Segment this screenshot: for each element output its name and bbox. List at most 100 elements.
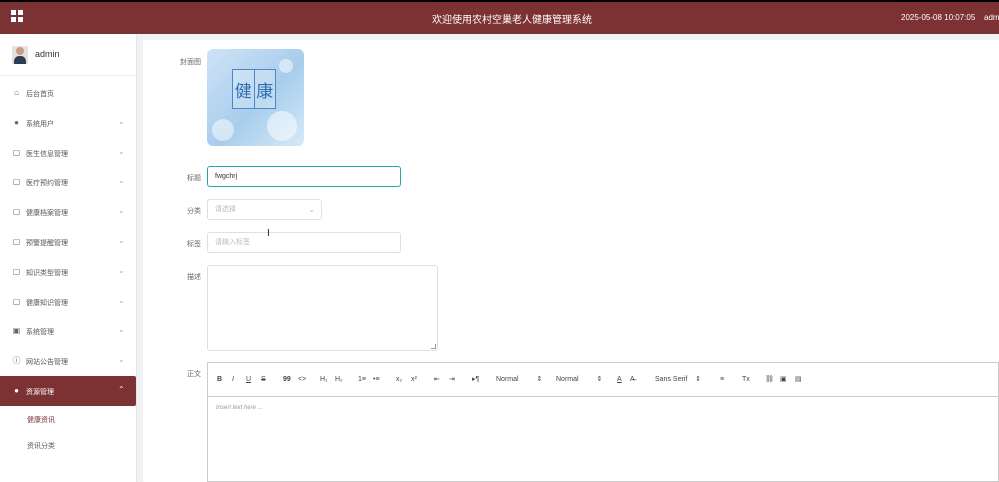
doc-icon: ▢ (12, 147, 21, 157)
h1-button[interactable]: H₁ (320, 375, 327, 384)
font-picker[interactable]: Sans Serif ⇕ (655, 375, 701, 384)
user-name: admin (35, 49, 60, 59)
chevron-down-icon: ⌄ (118, 325, 125, 335)
avatar (12, 46, 28, 64)
chevron-down-icon: ⌄ (118, 206, 125, 216)
sidebar-subitem-label: 健康资讯 (27, 416, 55, 424)
chevron-up-icon: ⌃ (118, 384, 125, 394)
sidebar-item-label: 医生信息管理 (26, 150, 68, 158)
outdent-button[interactable]: ⇤ (434, 375, 440, 384)
strike-button[interactable]: S (261, 375, 266, 384)
resize-handle-icon[interactable] (431, 344, 436, 349)
bold-button[interactable]: B (217, 375, 222, 384)
site-title: 欢迎使用农村空巢老人健康管理系统 (432, 15, 592, 26)
editor-toolbar: B I U S 99 <> H₁ H₂ 1≡ •≡ x₂ x² ⇤ ⇥ ▸¶ N… (208, 363, 999, 397)
sidebar-item-label: 预警提醒管理 (26, 239, 68, 247)
sidebar-item-label: 资源管理 (26, 388, 54, 396)
editor-placeholder: Insert text here ... (216, 405, 263, 411)
italic-button[interactable]: I (232, 375, 234, 384)
align-button[interactable]: ≡ (720, 375, 724, 384)
info-icon: ⓘ (12, 356, 21, 366)
sidebar-item-home[interactable]: ⌂ 后台首页 (0, 78, 136, 108)
description-textarea[interactable] (207, 265, 438, 351)
superscript-button[interactable]: x² (411, 375, 417, 384)
sidebar-item-appointments[interactable]: ▢ 医疗预约管理 ⌄ (0, 167, 136, 197)
chevron-down-icon: ⌄ (118, 355, 125, 365)
cover-image[interactable]: 健 康 (207, 49, 304, 146)
header-picker[interactable]: Normal ⇕ (556, 375, 602, 384)
sidebar-item-label: 网站公告管理 (26, 359, 68, 367)
indent-button[interactable]: ⇥ (449, 375, 455, 384)
datetime: 2025-05-08 10:07:05 (901, 13, 976, 22)
chevron-down-icon: ⌄ (118, 295, 125, 305)
sidebar-item-announcements[interactable]: ⓘ 网站公告管理 ⌄ (0, 346, 136, 376)
user-icon: ● (14, 117, 19, 127)
sidebar-subitem-health-news[interactable]: 健康资讯 (0, 406, 136, 432)
chevron-down-icon: ⌄ (118, 176, 125, 186)
home-icon: ⌂ (14, 88, 19, 97)
category-label: 分类 (187, 208, 201, 215)
sidebar-item-resources[interactable]: ● 资源管理 ⌃ (0, 375, 136, 406)
chevron-updown-icon: ⇕ (536, 376, 543, 383)
sidebar-item-knowledge-types[interactable]: ▢ 知识类型管理 ⌄ (0, 257, 136, 287)
ordered-list-button[interactable]: 1≡ (358, 375, 366, 384)
sidebar: admin ⌂ 后台首页 ● 系统用户 ⌄ ▢ 医生信息管理 ⌄ ▢ 医疗预约管… (0, 34, 137, 482)
tags-label: 标签 (187, 241, 201, 248)
chevron-down-icon: ⌄ (118, 146, 125, 156)
doc-icon: ▢ (12, 177, 21, 187)
code-button[interactable]: <> (298, 375, 306, 384)
sidebar-item-doctors[interactable]: ▢ 医生信息管理 ⌄ (0, 138, 136, 168)
image-icon: ▣ (12, 326, 21, 336)
title-input[interactable]: fwgchrj (207, 166, 401, 187)
background-color-button[interactable]: A̶ (630, 375, 635, 384)
underline-button[interactable]: U (246, 375, 251, 384)
sidebar-item-alerts[interactable]: ▢ 预警提醒管理 ⌄ (0, 227, 136, 257)
doc-icon: ▢ (12, 207, 21, 217)
clean-format-button[interactable]: Tx (742, 375, 750, 384)
sidebar-item-health-records[interactable]: ▢ 健康档案管理 ⌄ (0, 197, 136, 227)
sidebar-item-label: 健康档案管理 (26, 210, 68, 218)
description-label: 描述 (187, 274, 201, 281)
size-picker[interactable]: Normal ⇕ (496, 375, 542, 384)
form-panel: 封面图 健 康 标题 fwgchrj 分类 请选择 ⌄ 标签 请输入标签 描述 … (143, 40, 999, 482)
chevron-down-icon: ⌄ (118, 265, 125, 275)
doc-icon: ▢ (12, 236, 21, 246)
sidebar-menu: ⌂ 后台首页 ● 系统用户 ⌄ ▢ 医生信息管理 ⌄ ▢ 医疗预约管理 ⌄ ▢ … (0, 78, 136, 458)
h2-button[interactable]: H₂ (335, 375, 343, 384)
chevron-down-icon: ⌄ (118, 235, 125, 245)
quote-button[interactable]: 99 (283, 375, 291, 384)
text-color-button[interactable]: A (617, 375, 622, 384)
sidebar-subitem-news-category[interactable]: 资讯分类 (0, 432, 136, 458)
sidebar-item-system[interactable]: ▣ 系统管理 ⌄ (0, 316, 136, 346)
bullet-list-button[interactable]: •≡ (373, 375, 380, 384)
tags-input[interactable]: 请输入标签 (207, 232, 401, 253)
image-icon[interactable]: ▣ (780, 375, 787, 384)
body-label: 正文 (187, 371, 201, 378)
sidebar-item-label: 健康知识管理 (26, 299, 68, 307)
category-select[interactable]: 请选择 ⌄ (207, 199, 322, 220)
user-profile: admin (0, 34, 136, 76)
sidebar-item-label: 后台首页 (26, 91, 54, 98)
doc-icon: ▢ (12, 266, 21, 276)
sidebar-item-label: 知识类型管理 (26, 269, 68, 277)
title-label: 标题 (187, 175, 201, 182)
sidebar-item-label: 系统用户 (26, 120, 54, 128)
sidebar-item-knowledge[interactable]: ▢ 健康知识管理 ⌄ (0, 287, 136, 317)
chevron-updown-icon: ⇕ (695, 376, 702, 383)
chevron-down-icon: ⌄ (118, 116, 125, 126)
top-header: 欢迎使用农村空巢老人健康管理系统 2025-05-08 10:07:05 adm (0, 0, 999, 34)
cover-title: 健 康 (232, 69, 276, 109)
text-cursor-icon: I (267, 228, 270, 239)
sidebar-item-label: 医疗预约管理 (26, 180, 68, 188)
sidebar-item-users[interactable]: ● 系统用户 ⌄ (0, 108, 136, 138)
link-icon[interactable]: ⛓ (765, 375, 774, 384)
video-icon[interactable]: ▤ (795, 375, 802, 384)
subscript-button[interactable]: x₂ (396, 375, 402, 384)
rich-text-editor[interactable]: B I U S 99 <> H₁ H₂ 1≡ •≡ x₂ x² ⇤ ⇥ ▸¶ N… (207, 362, 999, 482)
bulb-icon: ● (14, 385, 19, 395)
chevron-updown-icon: ⇕ (596, 376, 603, 383)
header-user[interactable]: adm (984, 13, 999, 22)
sidebar-item-label: 系统管理 (26, 329, 54, 337)
rtl-button[interactable]: ▸¶ (472, 375, 479, 384)
cover-label: 封面图 (180, 59, 201, 66)
